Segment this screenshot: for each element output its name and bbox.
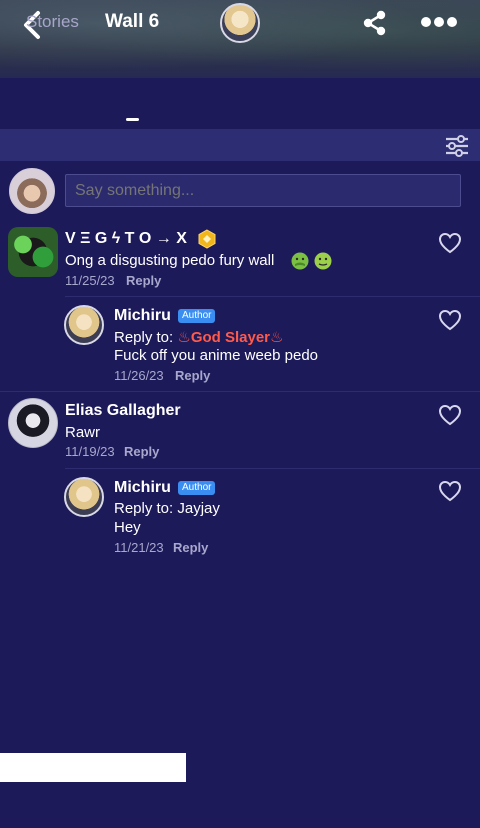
tab-stories[interactable]: Stories: [26, 12, 79, 32]
reply-button[interactable]: Reply: [173, 540, 208, 555]
like-heart-icon[interactable]: [438, 309, 462, 331]
reply-to-user[interactable]: Jayjay: [177, 500, 220, 517]
reply-author-avatar[interactable]: [64, 477, 104, 517]
reply-button[interactable]: Reply: [124, 444, 159, 459]
comment-author[interactable]: V Ξ G ϟ T O → X: [65, 230, 187, 248]
comment-text: Ong a disgusting pedo fury wall: [65, 252, 275, 269]
more-options-icon[interactable]: [420, 15, 458, 29]
sliders-filter-icon[interactable]: [444, 135, 470, 157]
author-badge: Author: [178, 481, 216, 495]
filter-bar: [0, 129, 480, 161]
reply-button[interactable]: Reply: [175, 368, 210, 383]
reply-date: 11/21/23: [114, 540, 164, 555]
reply-author[interactable]: Michiru: [114, 307, 171, 325]
thread-divider: [65, 296, 480, 297]
wall-owner-avatar[interactable]: [220, 3, 260, 43]
comment-author[interactable]: Elias Gallagher: [65, 402, 181, 420]
author-badge: Author: [178, 309, 216, 323]
thread-divider: [65, 468, 480, 469]
comment-divider: [0, 391, 480, 392]
reply-author-avatar[interactable]: [64, 305, 104, 345]
reply-button[interactable]: Reply: [126, 273, 161, 288]
active-tab-indicator: [126, 118, 139, 121]
comment-text: Rawr: [65, 424, 101, 441]
reply-author[interactable]: Michiru: [114, 479, 171, 497]
reply-to-prefix: Reply to:: [114, 500, 178, 517]
reply-to-line: Reply to: Jayjay: [114, 500, 220, 517]
commenter-avatar[interactable]: [8, 398, 58, 448]
commenter-avatar[interactable]: [8, 227, 58, 277]
level-badge-icon: [198, 229, 216, 249]
reply-to-user[interactable]: ♨God Slayer♨: [177, 329, 283, 346]
like-heart-icon[interactable]: [438, 404, 462, 426]
comment-date: 11/25/23: [65, 273, 115, 288]
share-icon[interactable]: [362, 10, 388, 36]
nauseated-face-emoji-icon: [291, 252, 309, 270]
vomiting-face-emoji-icon: [314, 252, 332, 270]
like-heart-icon[interactable]: [438, 232, 462, 254]
reply-text: Fuck off you anime weeb pedo: [114, 347, 319, 364]
current-user-avatar: [9, 168, 55, 214]
reply-to-prefix: Reply to:: [114, 329, 178, 346]
blank-overlay-box: [0, 753, 186, 782]
like-heart-icon[interactable]: [438, 480, 462, 502]
tab-wall[interactable]: Wall 6: [105, 11, 159, 33]
reply-date: 11/26/23: [114, 368, 164, 383]
comment-input[interactable]: [65, 174, 461, 207]
reply-text: Hey: [114, 519, 141, 536]
reply-to-line: Reply to: ♨God Slayer♨: [114, 328, 283, 346]
comment-date: 11/19/23: [65, 444, 115, 459]
